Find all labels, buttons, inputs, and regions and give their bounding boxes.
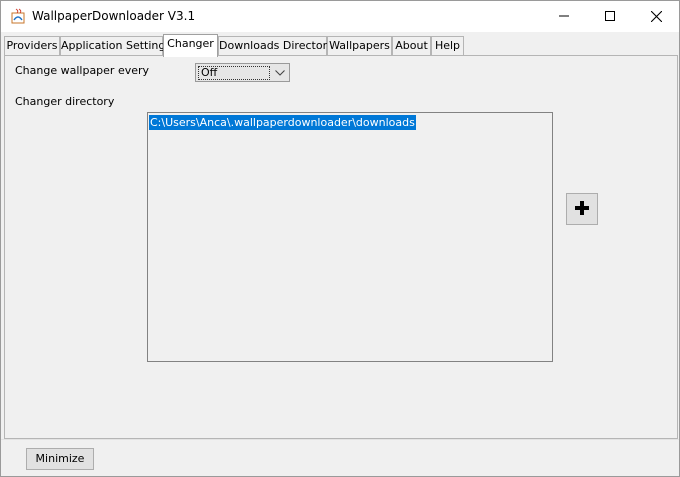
list-item[interactable]: C:\Users\Anca\.wallpaperdownloader\downl… [149,115,416,130]
tab-about[interactable]: About [392,36,431,56]
add-directory-button[interactable] [566,193,598,225]
tab-wallpapers[interactable]: Wallpapers [327,36,392,56]
chevron-down-icon [270,64,289,81]
maximize-window-button[interactable] [587,1,633,31]
tab-application-settings[interactable]: Application Settings [60,36,171,56]
plus-icon [574,200,590,219]
tab-downloads-directory[interactable]: Downloads Directory [218,36,334,56]
maximize-icon [605,11,615,21]
close-window-button[interactable] [633,1,679,31]
interval-label: Change wallpaper every [15,64,150,77]
minimize-icon [559,11,569,21]
interval-select-value: Off [198,66,270,80]
window-title: WallpaperDownloader V3.1 [32,9,196,23]
app-window: WallpaperDownloader V3.1 Providers Appli… [0,0,680,477]
tab-strip: Providers Application Settings Changer D… [4,34,678,57]
title-bar[interactable]: WallpaperDownloader V3.1 [1,1,679,32]
app-icon [10,8,26,24]
footer-divider [1,439,679,440]
tab-changer[interactable]: Changer [163,34,218,57]
tab-providers[interactable]: Providers [4,36,60,56]
minimize-button[interactable]: Minimize [26,448,94,470]
minimize-window-button[interactable] [541,1,587,31]
tab-help[interactable]: Help [431,36,464,56]
directory-list[interactable]: C:\Users\Anca\.wallpaperdownloader\downl… [147,112,553,362]
directory-label: Changer directory [15,95,115,108]
close-icon [650,10,662,22]
interval-select[interactable]: Off [195,63,290,82]
